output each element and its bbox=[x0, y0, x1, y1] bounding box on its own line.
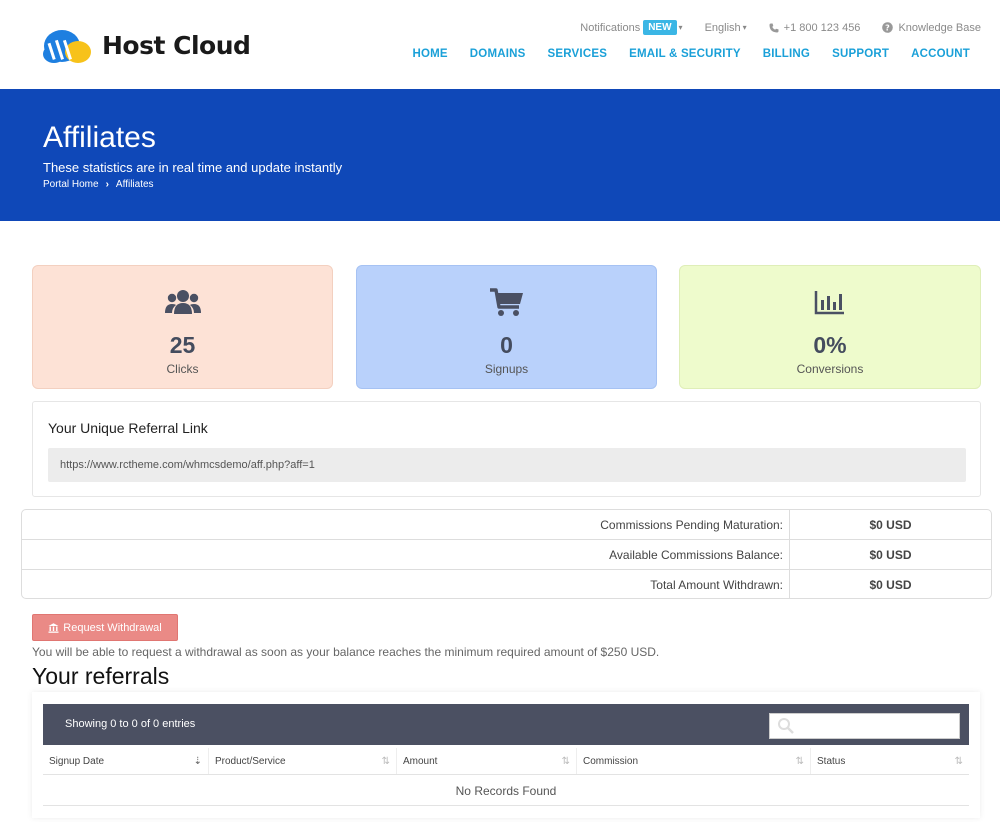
signups-value: 0 bbox=[500, 332, 513, 358]
request-withdrawal-label: Request Withdrawal bbox=[63, 621, 162, 634]
table-search-input[interactable] bbox=[769, 713, 960, 739]
nav-domains[interactable]: DOMAINS bbox=[470, 48, 526, 60]
phone-icon bbox=[769, 23, 779, 32]
page-banner: Affiliates These statistics are in real … bbox=[0, 89, 1000, 221]
col-signup-date-label: Signup Date bbox=[49, 756, 105, 767]
col-commission-label: Commission bbox=[583, 756, 639, 767]
nav-billing[interactable]: BILLING bbox=[763, 48, 810, 60]
language-label: English bbox=[704, 21, 741, 34]
nav-support[interactable]: SUPPORT bbox=[832, 48, 889, 60]
page-subtitle: These statistics are in real time and up… bbox=[43, 160, 343, 175]
search-icon bbox=[778, 718, 794, 734]
users-icon bbox=[164, 290, 201, 314]
signups-label: Signups bbox=[484, 362, 529, 376]
new-badge: NEW bbox=[643, 20, 677, 35]
col-product-service-label: Product/Service bbox=[215, 756, 286, 767]
cart-icon bbox=[489, 288, 523, 316]
col-status-label: Status bbox=[817, 756, 846, 767]
total-withdrawn-label: Total Amount Withdrawn: bbox=[22, 570, 790, 598]
site-header: Host Cloud Notifications NEW ▾ English ▾… bbox=[0, 0, 1000, 89]
notifications-dropdown[interactable]: Notifications NEW ▾ bbox=[580, 20, 683, 35]
chevron-down-icon: ▾ bbox=[742, 23, 747, 32]
sort-desc-icon: ⇣ bbox=[193, 756, 202, 767]
breadcrumb-current: Affiliates bbox=[115, 179, 154, 190]
table-row: Commissions Pending Maturation: $0 USD bbox=[22, 510, 991, 540]
empty-state: No Records Found bbox=[43, 775, 969, 806]
svg-text:?: ? bbox=[886, 24, 891, 33]
total-withdrawn-value: $0 USD bbox=[869, 578, 912, 592]
table-row: Total Amount Withdrawn: $0 USD bbox=[22, 570, 991, 598]
col-amount-label: Amount bbox=[403, 756, 438, 767]
referral-link-field[interactable]: https://www.rctheme.com/whmcsdemo/aff.ph… bbox=[48, 448, 966, 482]
available-balance-value: $0 USD bbox=[869, 548, 912, 562]
nav-account[interactable]: ACCOUNT bbox=[911, 48, 970, 60]
bar-chart-icon bbox=[814, 291, 844, 315]
nav-home[interactable]: HOME bbox=[412, 48, 447, 60]
chevron-down-icon: ▾ bbox=[678, 23, 683, 32]
commissions-pending-label: Commissions Pending Maturation: bbox=[22, 510, 790, 539]
commissions-pending-value: $0 USD bbox=[869, 518, 912, 532]
top-utility-bar: Notifications NEW ▾ English ▾ +1 800 123… bbox=[580, 20, 981, 35]
breadcrumb: Portal Home › Affiliates bbox=[43, 179, 154, 190]
referral-link-title: Your Unique Referral Link bbox=[48, 420, 208, 436]
referrals-heading: Your referrals bbox=[32, 663, 170, 689]
col-status[interactable]: Status ⇅ bbox=[811, 748, 969, 774]
stat-card-clicks: 25 Clicks bbox=[32, 265, 333, 389]
cloud-logo-icon bbox=[43, 30, 91, 63]
table-header: Signup Date ⇣ Product/Service ⇅ Amount ⇅… bbox=[43, 748, 969, 775]
phone-link[interactable]: +1 800 123 456 bbox=[769, 21, 861, 34]
stat-card-signups: 0 Signups bbox=[356, 265, 657, 389]
request-withdrawal-button[interactable]: Request Withdrawal bbox=[32, 614, 178, 641]
conversions-value: 0% bbox=[813, 332, 847, 358]
available-balance-label: Available Commissions Balance: bbox=[22, 540, 790, 569]
main-nav: HOME DOMAINS SERVICES EMAIL & SECURITY B… bbox=[390, 48, 970, 60]
question-circle-icon: ? bbox=[882, 22, 894, 33]
referrals-table: Showing 0 to 0 of 0 entries Signup Date … bbox=[32, 692, 980, 818]
entries-info: Showing 0 to 0 of 0 entries bbox=[65, 718, 196, 730]
col-product-service[interactable]: Product/Service ⇅ bbox=[209, 748, 397, 774]
knowledge-base-link[interactable]: ? Knowledge Base bbox=[882, 22, 981, 34]
language-dropdown[interactable]: English ▾ bbox=[705, 22, 747, 34]
breadcrumb-portal-home[interactable]: Portal Home bbox=[43, 179, 99, 190]
table-row: Available Commissions Balance: $0 USD bbox=[22, 540, 991, 570]
page-title: Affiliates bbox=[43, 121, 156, 154]
sort-icon: ⇅ bbox=[954, 756, 963, 767]
brand-name: Host Cloud bbox=[102, 30, 251, 60]
knowledge-base-label: Knowledge Base bbox=[898, 21, 981, 34]
phone-number: +1 800 123 456 bbox=[783, 21, 861, 34]
nav-services[interactable]: SERVICES bbox=[548, 48, 608, 60]
notifications-label: Notifications bbox=[580, 21, 641, 34]
bank-icon bbox=[48, 622, 59, 633]
col-signup-date[interactable]: Signup Date ⇣ bbox=[43, 748, 209, 774]
col-amount[interactable]: Amount ⇅ bbox=[397, 748, 577, 774]
withdrawal-note: You will be able to request a withdrawal… bbox=[32, 645, 660, 659]
commissions-table: Commissions Pending Maturation: $0 USD A… bbox=[21, 509, 992, 599]
sort-icon: ⇅ bbox=[795, 756, 804, 767]
referral-link-panel: Your Unique Referral Link https://www.rc… bbox=[32, 401, 981, 497]
nav-email-security[interactable]: EMAIL & SECURITY bbox=[629, 48, 741, 60]
clicks-value: 25 bbox=[169, 332, 196, 358]
chevron-right-icon: › bbox=[105, 179, 109, 190]
sort-icon: ⇅ bbox=[381, 756, 390, 767]
sort-icon: ⇅ bbox=[561, 756, 570, 767]
logo[interactable]: Host Cloud bbox=[42, 26, 251, 64]
table-toolbar: Showing 0 to 0 of 0 entries bbox=[43, 704, 969, 745]
conversions-label: Conversions bbox=[796, 362, 864, 376]
stat-card-conversions: 0% Conversions bbox=[679, 265, 981, 389]
col-commission[interactable]: Commission ⇅ bbox=[577, 748, 811, 774]
clicks-label: Clicks bbox=[166, 362, 199, 376]
